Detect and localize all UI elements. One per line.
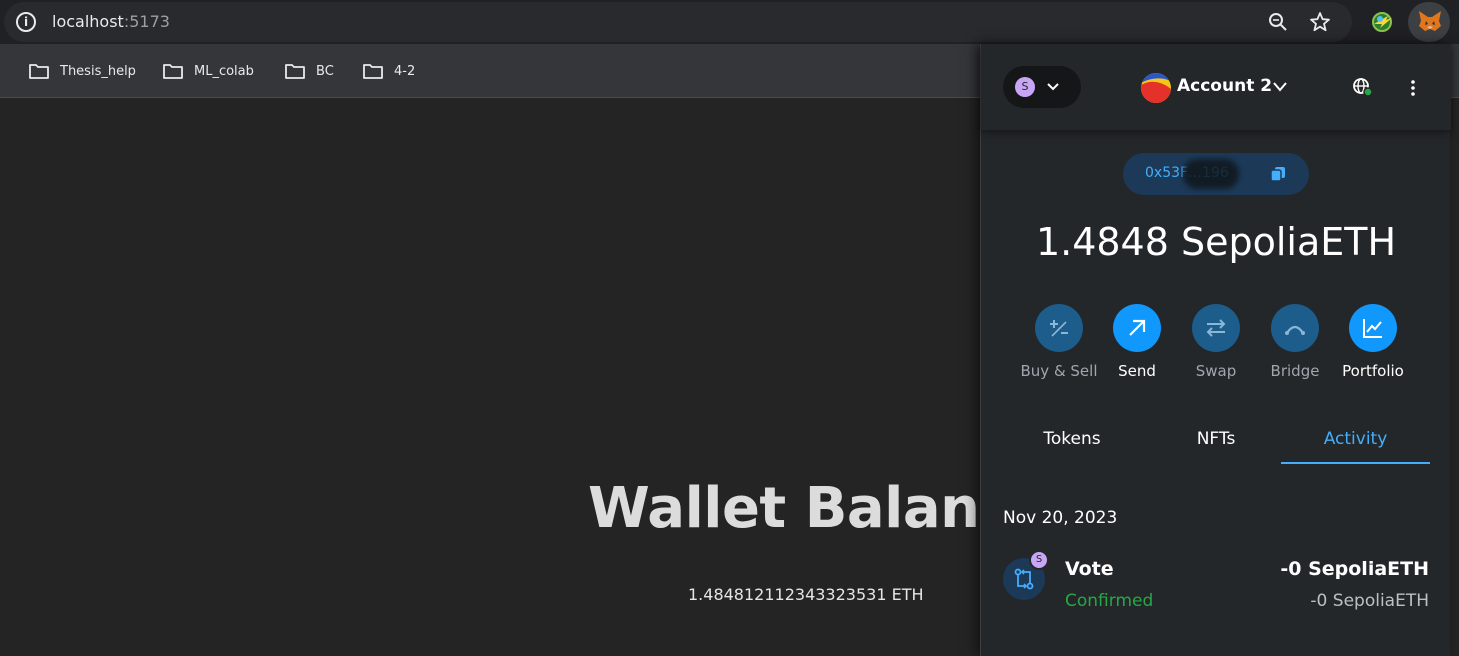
extension-icon[interactable] [1366, 6, 1398, 38]
wallet-tabs: Tokens NFTs Activity [1003, 422, 1431, 464]
network-badge: S [1029, 550, 1049, 570]
activity-date: Nov 20, 2023 [1003, 508, 1118, 528]
portfolio-button[interactable]: Portfolio [1333, 304, 1413, 380]
tab-activity[interactable]: Activity [1281, 422, 1430, 464]
bookmark-folder[interactable]: BC [284, 61, 334, 81]
site-info-icon[interactable]: i [16, 12, 36, 32]
copy-icon [1270, 167, 1285, 182]
connected-sites-icon[interactable] [1351, 76, 1373, 98]
url-host: localhost [52, 12, 124, 31]
more-options-icon[interactable] [1403, 78, 1423, 98]
metamask-fox-icon [1419, 11, 1441, 31]
chevron-down-icon[interactable] [1271, 79, 1289, 95]
network-avatar: S [1015, 77, 1035, 97]
transaction-title: Vote [1065, 558, 1114, 580]
transaction-row[interactable]: S Vote Confirmed -0 SepoliaETH -0 Sepoli… [981, 548, 1451, 618]
bookmark-folder[interactable]: 4-2 [362, 61, 415, 81]
portfolio-circle [1349, 304, 1397, 352]
tab-nfts[interactable]: NFTs [1151, 422, 1281, 464]
metamask-popup: S Account 2 0x53F…196 1.4848 SepoliaETH [980, 44, 1451, 656]
address-copy-button[interactable]: 0x53F…196 [1123, 153, 1309, 195]
url-port: :5173 [123, 12, 170, 31]
send-label: Send [1118, 362, 1156, 380]
bookmark-label: Thesis_help [60, 63, 136, 79]
metamask-extension-button[interactable] [1408, 2, 1450, 42]
buy-sell-button[interactable]: Buy & Sell [1019, 304, 1099, 380]
chevron-down-icon [1047, 83, 1059, 91]
buy-sell-circle [1035, 304, 1083, 352]
bookmark-label: BC [316, 63, 334, 79]
chart-line-icon [1363, 319, 1382, 338]
swap-button[interactable]: Swap [1176, 304, 1256, 380]
arrow-up-right-icon [1129, 319, 1146, 336]
send-circle [1113, 304, 1161, 352]
swap-label: Swap [1195, 362, 1237, 380]
browser-toolbar: i localhost:5173 [0, 0, 1459, 44]
bookmark-star-icon[interactable] [1308, 10, 1332, 34]
bridge-button[interactable]: Bridge [1255, 304, 1335, 380]
folder-icon [363, 64, 383, 79]
page-balance: 1.484812112343323531 ETH [688, 585, 924, 604]
transaction-status: Confirmed [1065, 591, 1154, 611]
folder-icon [163, 64, 183, 79]
bridge-circle [1271, 304, 1319, 352]
buy-sell-label: Buy & Sell [1020, 362, 1098, 380]
tab-tokens[interactable]: Tokens [1003, 422, 1141, 464]
zoom-icon[interactable] [1266, 10, 1290, 34]
bookmark-folder[interactable]: Thesis_help [28, 61, 136, 81]
folder-icon [29, 64, 49, 79]
plus-minus-icon [1050, 320, 1068, 337]
wallet-balance: 1.4848 SepoliaETH [1035, 220, 1397, 264]
address-redaction [1183, 159, 1239, 189]
transaction-icon [1014, 568, 1034, 590]
bridge-icon [1285, 325, 1305, 335]
account-name[interactable]: Account 2 [1177, 76, 1272, 96]
account-avatar[interactable] [1141, 73, 1171, 103]
action-buttons: Buy & Sell Send Swap Bridge Portfolio [1017, 304, 1417, 384]
address-bar[interactable]: i localhost:5173 [4, 2, 1352, 42]
send-button[interactable]: Send [1097, 304, 1177, 380]
swap-circle [1192, 304, 1240, 352]
transaction-amount-secondary: -0 SepoliaETH [1310, 591, 1429, 611]
bridge-label: Bridge [1270, 362, 1320, 380]
bookmark-folder[interactable]: ML_colab [162, 61, 254, 81]
folder-icon [285, 64, 305, 79]
swap-arrows-icon [1206, 319, 1226, 337]
bookmark-label: ML_colab [194, 63, 254, 79]
bookmark-label: 4-2 [394, 63, 416, 79]
url-text[interactable]: localhost:5173 [52, 12, 170, 31]
transaction-amount: -0 SepoliaETH [1280, 558, 1429, 580]
portfolio-label: Portfolio [1342, 362, 1404, 380]
metamask-header: S Account 2 [981, 44, 1451, 130]
network-picker-button[interactable]: S [1003, 66, 1081, 108]
